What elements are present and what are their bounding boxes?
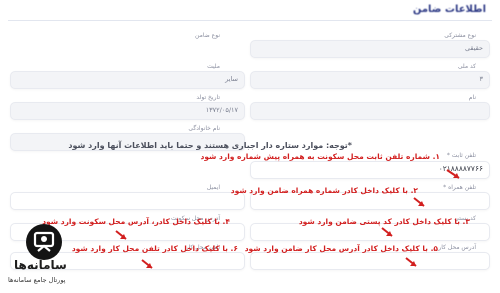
landline-label: تلفن ثابت * — [446, 152, 476, 159]
title-divider — [8, 20, 492, 21]
name-label: نام — [468, 94, 476, 101]
name-field[interactable] — [250, 102, 490, 120]
hint-arrow-work-phone — [141, 259, 153, 269]
national-code-label: کد ملی — [457, 63, 476, 70]
work-address-field[interactable] — [250, 252, 490, 270]
logo-subtitle: پورتال جامع سامانه‌ها — [8, 276, 66, 284]
guarantor-type-label: نوع ضامن — [195, 32, 220, 39]
national-code-value: ۳ — [479, 75, 484, 83]
hint-mobile: ۲. با کلیک داخل کادر شماره همراه ضامن وا… — [230, 186, 418, 195]
national-code-field[interactable]: ۳ — [250, 71, 490, 89]
guarantor-form-screenshot: اطلاعات ضامن نوع مشترکی نوع ضامن حقیقی ک… — [0, 0, 500, 293]
hint-postal: ۳. با کلیک داخل کادر کد پستی ضامن وارد ش… — [298, 217, 470, 226]
logo-name: سامانه‌ها — [14, 258, 67, 272]
email-field[interactable] — [10, 192, 245, 210]
mobile-label: تلفن همراه * — [443, 184, 476, 191]
site-logo: سامانه‌ها پورتال جامع سامانه‌ها — [6, 222, 118, 290]
hint-landline: ۱. شماره تلفن ثابت محل سکونت به همراه پی… — [200, 152, 441, 161]
page-title: اطلاعات ضامن — [412, 4, 486, 15]
subscriber-type-label: نوع مشترکی — [444, 32, 476, 39]
hint-arrow-mobile — [413, 197, 425, 207]
birth-date-value: ۱۳۷۲/۰۵/۱۷ — [205, 106, 238, 114]
family-name-label: نام خانوادگی — [188, 125, 220, 132]
birth-date-field[interactable]: ۱۳۷۲/۰۵/۱۷ — [10, 102, 245, 120]
email-label: ایمیل — [206, 184, 220, 191]
nationality-field[interactable]: سایر — [10, 71, 245, 89]
work-address-label: آدرس محل کار — [438, 244, 476, 251]
logo-emblem-icon — [26, 224, 62, 260]
birth-date-label: تاریخ تولد — [196, 94, 220, 101]
subscriber-type-field[interactable]: حقیقی — [250, 40, 490, 58]
hint-arrow-work-address — [405, 257, 417, 267]
hint-work-address: ۵. با کلیک داخل کادر آدرس محل کار ضامن و… — [244, 244, 438, 253]
nationality-label: ملیت — [207, 63, 220, 70]
hint-arrow-postal — [381, 227, 393, 237]
nationality-value: سایر — [225, 75, 238, 83]
required-fields-note: *توجه: موارد ستاره دار اجباری هستند و حت… — [68, 141, 352, 150]
hint-arrow-landline — [446, 169, 460, 179]
subscriber-type-value: حقیقی — [465, 44, 483, 52]
